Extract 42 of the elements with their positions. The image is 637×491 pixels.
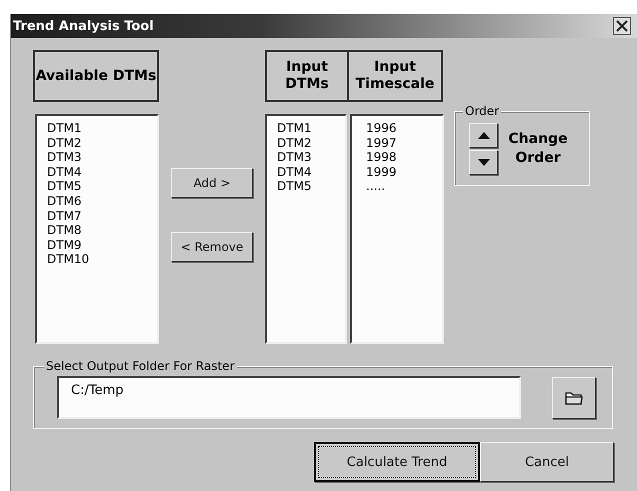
move-down-button[interactable]	[469, 150, 498, 174]
list-item[interactable]: DTM2	[277, 136, 345, 150]
list-item[interactable]: 1999	[366, 164, 442, 180]
list-item[interactable]: 1998	[366, 150, 442, 165]
close-icon[interactable]	[613, 17, 631, 35]
timescale-list[interactable]: 1996 1997 1998 1999 .....	[350, 114, 444, 344]
list-item[interactable]: DTM3	[47, 150, 157, 165]
list-item[interactable]: DTM9	[47, 238, 157, 252]
list-item[interactable]: DTM1	[47, 121, 157, 136]
group-legend: Select Output Folder For Raster	[44, 359, 236, 373]
window-title: Trend Analysis Tool	[13, 18, 154, 34]
move-up-button[interactable]	[469, 122, 498, 148]
dialog-button[interactable]: Calculate Trend	[314, 442, 480, 482]
column-header: Input Timescale	[347, 50, 443, 102]
list-item[interactable]: DTM1	[277, 121, 345, 136]
folder-path-field[interactable]: C:/Temp	[57, 376, 521, 419]
group-legend: Order	[463, 104, 502, 118]
transfer-button[interactable]: Add >	[171, 168, 253, 198]
column-header: Input DTMs	[265, 50, 349, 102]
column-header: Available DTMs	[33, 50, 159, 102]
list-item[interactable]: DTM4	[277, 164, 345, 180]
list-item[interactable]: 1997	[366, 136, 442, 150]
list-item[interactable]: DTM2	[47, 136, 157, 150]
list-item[interactable]: DTM5	[277, 179, 345, 194]
available-list[interactable]: DTM1 DTM2 DTM3 DTM4 DTM5 DTM6 DTM7 DTM8 DTM9 DTM10	[35, 114, 159, 344]
dialog-button[interactable]: Cancel	[480, 442, 614, 482]
list-item[interactable]: 1996	[366, 121, 442, 136]
up-triangle-icon	[478, 132, 490, 138]
down-triangle-icon	[478, 158, 490, 166]
order-label: Change Order	[507, 130, 569, 168]
list-item[interactable]: DTM10	[47, 252, 157, 267]
list-item[interactable]: DTM7	[47, 208, 157, 224]
transfer-button[interactable]: < Remove	[171, 232, 253, 262]
list-item[interactable]: DTM4	[47, 164, 157, 180]
browse-folder-button[interactable]	[552, 376, 596, 418]
list-item[interactable]: DTM6	[47, 194, 157, 209]
list-item[interactable]: DTM8	[47, 223, 157, 238]
list-item[interactable]: .....	[366, 179, 442, 194]
list-item[interactable]: DTM3	[277, 150, 345, 165]
list-item[interactable]: DTM5	[47, 179, 157, 194]
folder-icon	[565, 390, 583, 404]
input-dtm-list[interactable]: DTM1 DTM2 DTM3 DTM4 DTM5	[265, 114, 347, 344]
